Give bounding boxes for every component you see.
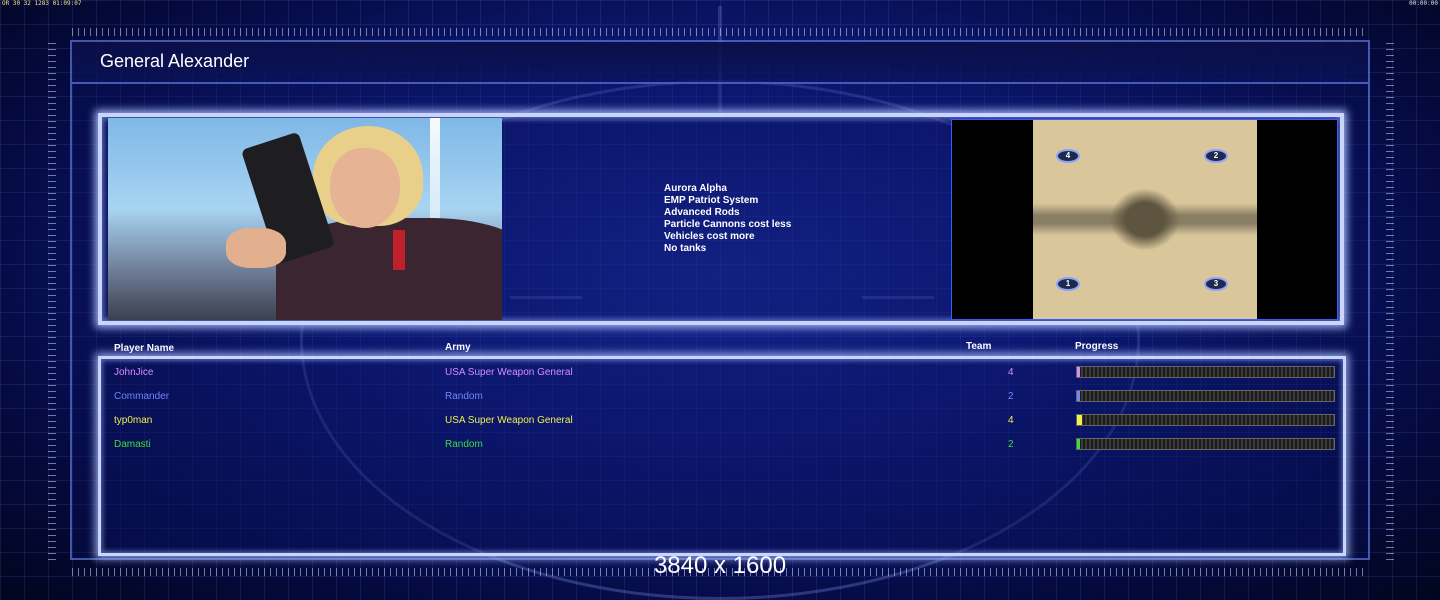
player-progress-fill: [1077, 367, 1080, 377]
map-preview: 4 2 1 3: [1033, 120, 1257, 319]
column-header-progress: Progress: [1075, 341, 1119, 352]
player-name: typ0man: [114, 415, 153, 426]
player-progress-fill: [1077, 391, 1080, 401]
resolution-label: 3840 x 1600: [653, 552, 787, 579]
perk-item: Vehicles cost more: [664, 231, 755, 242]
player-progress-fill: [1077, 415, 1082, 425]
column-header-army: Army: [445, 342, 471, 353]
player-army: USA Super Weapon General: [445, 367, 573, 378]
column-header-team: Team: [966, 341, 992, 352]
perk-item: EMP Patriot System: [664, 195, 759, 206]
player-team: 2: [1008, 391, 1014, 402]
spawn-marker: 2: [1204, 149, 1228, 163]
player-name: Commander: [114, 391, 170, 402]
debug-stats-right: 00:00:00: [1409, 0, 1438, 7]
spawn-marker: 3: [1204, 277, 1228, 291]
player-progress-bar: [1076, 390, 1335, 402]
general-perks-list: Aurora Alpha EMP Patriot System Advanced…: [664, 183, 791, 255]
ruler-top: [72, 28, 1368, 36]
player-progress-bar: [1076, 366, 1335, 378]
general-portrait: [108, 118, 502, 320]
player-team: 2: [1008, 439, 1014, 450]
spawn-marker: 4: [1056, 149, 1080, 163]
ruler-right: [1386, 40, 1394, 560]
player-army: Random: [445, 439, 483, 450]
debug-stats-left: OR 30 32 1283 01:09:07: [2, 0, 82, 7]
column-header-player-name: Player Name: [114, 343, 175, 354]
player-army: Random: [445, 391, 483, 402]
general-title: General Alexander: [100, 51, 250, 71]
players-panel: [98, 356, 1346, 556]
player-team: 4: [1008, 367, 1014, 378]
perk-item: Advanced Rods: [664, 207, 740, 218]
player-progress-fill: [1077, 439, 1080, 449]
player-progress-bar: [1076, 438, 1335, 450]
spawn-marker: 1: [1056, 277, 1080, 291]
perk-item: Aurora Alpha: [664, 183, 727, 194]
perk-item: No tanks: [664, 243, 707, 254]
player-name: JohnJice: [114, 367, 154, 378]
player-progress-bar: [1076, 414, 1335, 426]
player-army: USA Super Weapon General: [445, 415, 573, 426]
header-bar: [72, 42, 1368, 84]
player-team: 4: [1008, 415, 1014, 426]
ruler-left: [48, 40, 56, 560]
perk-item: Particle Cannons cost less: [664, 219, 792, 230]
player-name: Damasti: [114, 439, 151, 450]
